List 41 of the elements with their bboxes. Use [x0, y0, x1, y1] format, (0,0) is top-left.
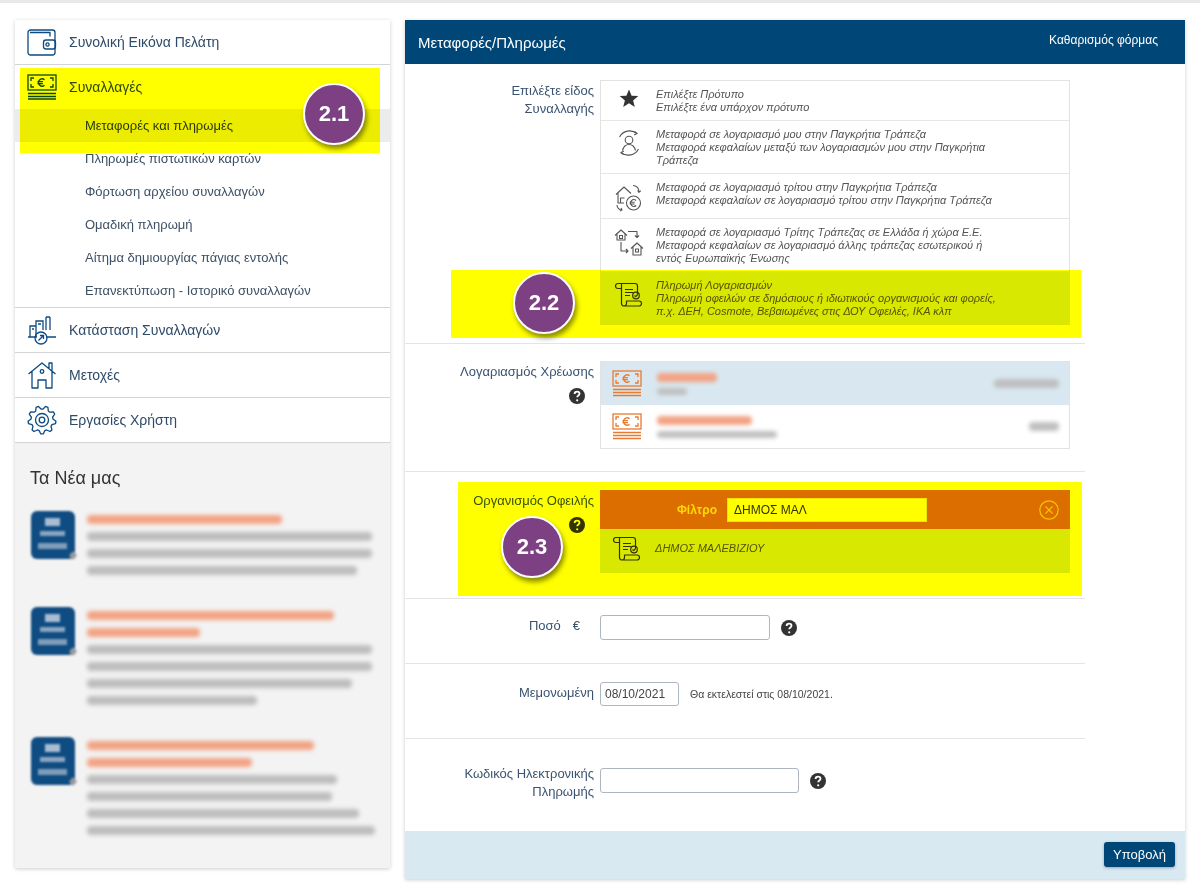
field-label: Οργανισμός Οφειλής	[473, 492, 594, 510]
help-icon[interactable]	[810, 772, 826, 789]
transaction-type-option[interactable]: Επιλέξτε Πρότυπο Επιλέξτε ένα υπάρχον πρότυπο	[601, 81, 1069, 120]
field-label: Επιλέξτε είδος Συναλλαγής	[510, 82, 594, 118]
house-icon	[27, 360, 57, 390]
amount-field[interactable]	[600, 615, 770, 640]
gear-icon	[27, 405, 57, 435]
menu-item[interactable]: Κατάσταση Συναλλαγών	[15, 308, 390, 352]
field-label: Λογαριασμός Χρέωσης	[460, 363, 594, 381]
currency-label: €	[572, 617, 580, 635]
buildings-status-icon	[27, 315, 57, 345]
star-icon	[618, 89, 639, 108]
menu-item[interactable]: Εργασίες Χρήστη	[15, 398, 390, 442]
help-icon[interactable]	[781, 619, 797, 636]
submenu-item[interactable]: Ομαδική πληρωμή	[15, 208, 390, 241]
submit-button[interactable]: Υποβολή	[1104, 842, 1175, 867]
banknote-icon	[612, 370, 642, 397]
clear-form-link[interactable]: Καθαρισμός φόρμας	[1049, 33, 1158, 47]
field-label: Μεμονωμένη	[519, 684, 594, 702]
submenu-item[interactable]: Φόρτωση αρχείου συναλλαγών	[15, 175, 390, 208]
help-icon[interactable]	[569, 388, 585, 404]
submenu-item[interactable]: Αίτημα δημιουργίας πάγιας εντολής	[15, 241, 390, 274]
houses-arrows-icon	[613, 227, 644, 257]
news-title: Τα Νέα μας	[30, 467, 122, 489]
transaction-type-option[interactable]: Μεταφορά σε λογαριασμό τρίτου στην Παγκρήτια Τράπεζα Μεταφορά κεφαλαίων σε λογαριασμό τρίτου στην Παγκρήτια Τράπεζα	[601, 174, 1069, 218]
wallet-icon	[27, 28, 57, 56]
payment-code-field[interactable]	[600, 768, 799, 793]
submenu-item[interactable]: Επανεκτύπωση - Ιστορικό συναλλαγών	[15, 274, 390, 307]
date-field[interactable]: 08/10/2021	[600, 682, 679, 706]
menu-item[interactable]: Συνολική Εικόνα Πελάτη	[15, 20, 390, 64]
account-option[interactable]	[601, 362, 1069, 405]
transaction-type-option[interactable]: Μεταφορά σε λογαριασμό μου στην Παγκρήτια Τράπεζα Μεταφορά κεφαλαίων μεταξύ των λογαριασμών μου στην Παγκρήτια Τράπεζα	[601, 121, 1069, 173]
field-label: Κωδικός Ηλεκτρονικής Πληρωμής	[463, 765, 594, 801]
execution-note: Θα εκτελεστεί στις 08/10/2021.	[690, 688, 833, 700]
banknote-icon	[612, 413, 642, 440]
menu-item[interactable]: Μετοχές	[15, 353, 390, 397]
field-label: Ποσό	[528, 617, 561, 635]
house-coin-icon	[613, 182, 644, 212]
transaction-type-option[interactable]: Μεταφορά σε λογαριασμό Τρίτης Τράπεζας σε Ελλάδα ή χώρα Ε.Ε. Μεταφορά κεφαλαίων σε λογαριασμό άλλης τράπεζας εσωτερικού ή εντός Ευρωπαϊκής Ένωσης	[601, 219, 1069, 271]
form-title: Μεταφορές/Πληρωμές	[418, 33, 566, 51]
filter-label: Φίλτρο	[677, 502, 717, 517]
